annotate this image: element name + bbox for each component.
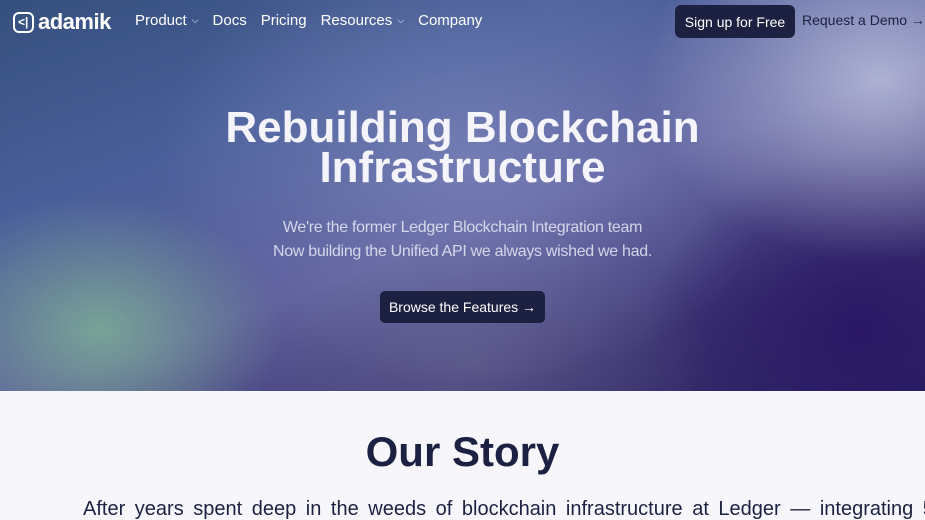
hero-subtitle-line-1: We're the former Ledger Blockchain Integ…: [282, 219, 643, 236]
hero-section: <| adamik Product ⌵ Docs Pricing Resourc…: [0, 0, 925, 391]
nav-item-resources[interactable]: Resources ⌵: [321, 12, 405, 29]
signup-button[interactable]: Sign up for Free: [675, 5, 795, 38]
hero-title-line-1: Rebuilding Blockchain: [225, 103, 700, 152]
nav-item-label: Product: [135, 12, 187, 29]
hero-subtitle-line-2: Now building the Unified API we always w…: [273, 243, 652, 260]
hero-title: Rebuilding Blockchain Infrastructure: [0, 103, 925, 192]
logo[interactable]: <| adamik: [13, 9, 111, 34]
story-paragraph: After years spent deep in the weeds of b…: [83, 498, 925, 520]
nav-item-product[interactable]: Product ⌵: [135, 12, 199, 29]
nav-item-label: Resources: [320, 12, 393, 29]
browse-features-button[interactable]: Browse the Features →: [380, 291, 545, 323]
brand-name: adamik: [38, 9, 111, 34]
nav-item-label: Docs: [212, 12, 247, 29]
main-menu: Product ⌵ Docs Pricing Resources ⌵ Compa…: [135, 12, 482, 29]
section-title: Our Story: [365, 428, 560, 475]
nav-item-company[interactable]: Company: [418, 12, 482, 29]
nav-item-label: Pricing: [260, 12, 307, 29]
hero-subtitle: We're the former Ledger Blockchain Integ…: [0, 216, 925, 264]
nav-item-docs[interactable]: Docs: [213, 12, 247, 29]
chevron-down-icon: ⌵: [397, 15, 405, 25]
top-nav: <| adamik Product ⌵ Docs Pricing Resourc…: [0, 0, 925, 43]
nav-item-pricing[interactable]: Pricing: [261, 12, 307, 29]
hero-title-line-2: Infrastructure: [319, 143, 606, 192]
d-bracket-logo-icon: <|: [13, 11, 34, 33]
nav-item-label: Company: [418, 12, 483, 29]
request-demo-link[interactable]: Request a Demo →: [802, 12, 925, 28]
chevron-down-icon: ⌵: [191, 15, 199, 25]
